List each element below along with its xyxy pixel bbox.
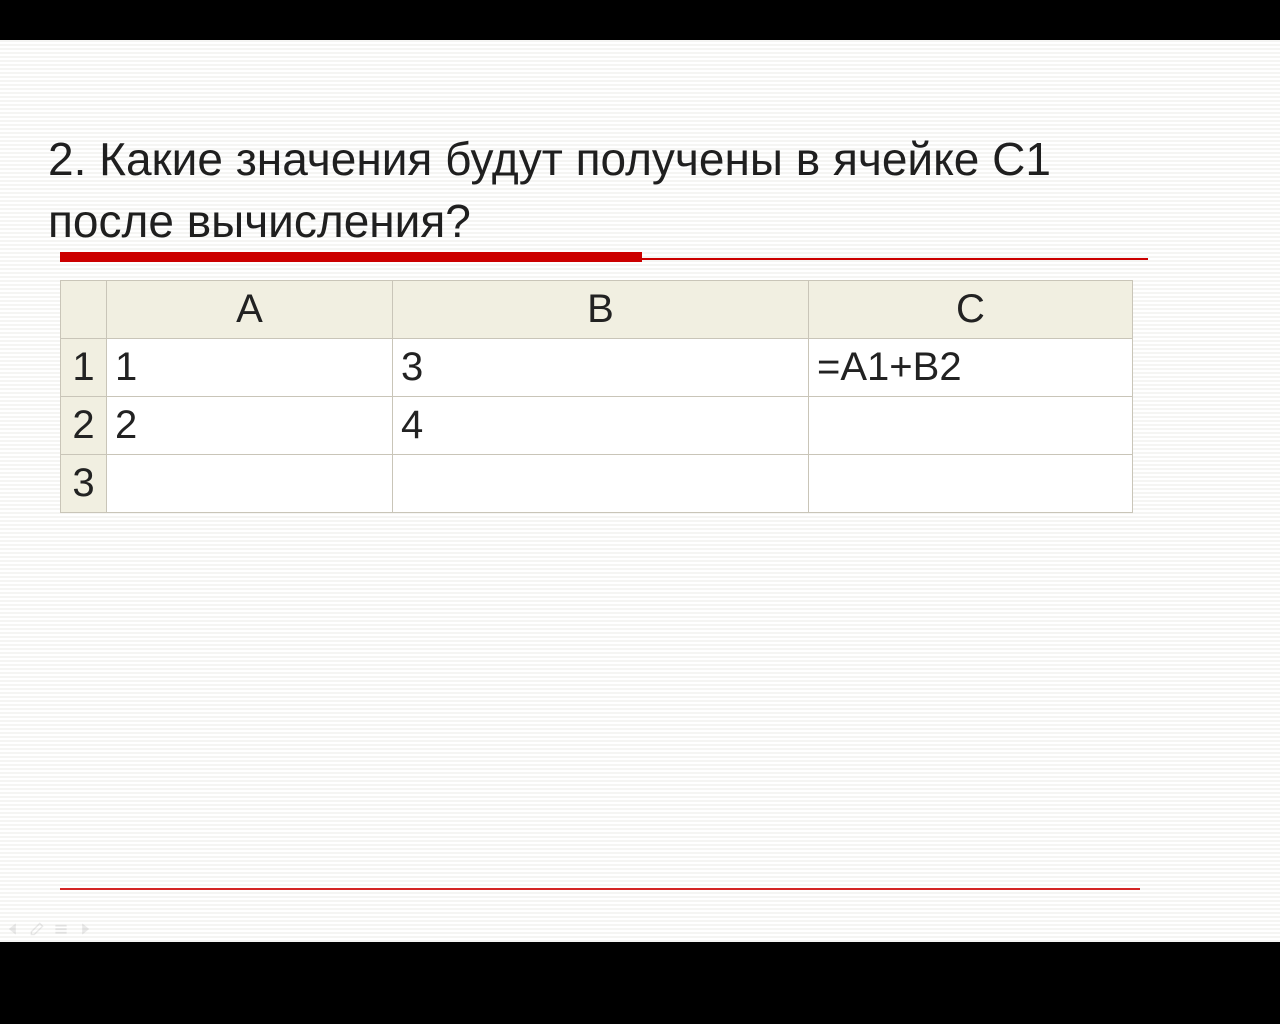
cell-B1: 3: [393, 339, 809, 397]
pen-icon[interactable]: [30, 922, 44, 936]
question-title-block: 2. Какие значения будут получены в ячейк…: [48, 128, 1148, 252]
next-slide-icon[interactable]: [78, 922, 92, 936]
col-header-A: A: [107, 281, 393, 339]
underline-thick: [60, 252, 642, 262]
table-row: 2 2 4: [61, 397, 1133, 455]
cell-B2: 4: [393, 397, 809, 455]
row-header-2: 2: [61, 397, 107, 455]
spreadsheet-table: A B C 1 1 3 =A1+B2 2 2 4 3: [60, 280, 1133, 513]
slide: 2. Какие значения будут получены в ячейк…: [0, 40, 1280, 942]
cell-A3: [107, 455, 393, 513]
title-underline: [48, 252, 1148, 262]
cell-C2: [809, 397, 1133, 455]
cell-B3: [393, 455, 809, 513]
cell-A2: 2: [107, 397, 393, 455]
cell-C3: [809, 455, 1133, 513]
col-header-B: B: [393, 281, 809, 339]
menu-icon[interactable]: [54, 922, 68, 936]
prev-slide-icon[interactable]: [6, 922, 20, 936]
row-header-3: 3: [61, 455, 107, 513]
col-header-C: C: [809, 281, 1133, 339]
presentation-controls: [6, 922, 92, 936]
cell-A1: 1: [107, 339, 393, 397]
column-header-row: A B C: [61, 281, 1133, 339]
table-row: 1 1 3 =A1+B2: [61, 339, 1133, 397]
question-title: 2. Какие значения будут получены в ячейк…: [48, 128, 1148, 252]
cell-C1: =A1+B2: [809, 339, 1133, 397]
row-header-1: 1: [61, 339, 107, 397]
corner-cell: [61, 281, 107, 339]
underline-thin: [60, 258, 1148, 260]
table-row: 3: [61, 455, 1133, 513]
footer-divider: [60, 888, 1140, 890]
